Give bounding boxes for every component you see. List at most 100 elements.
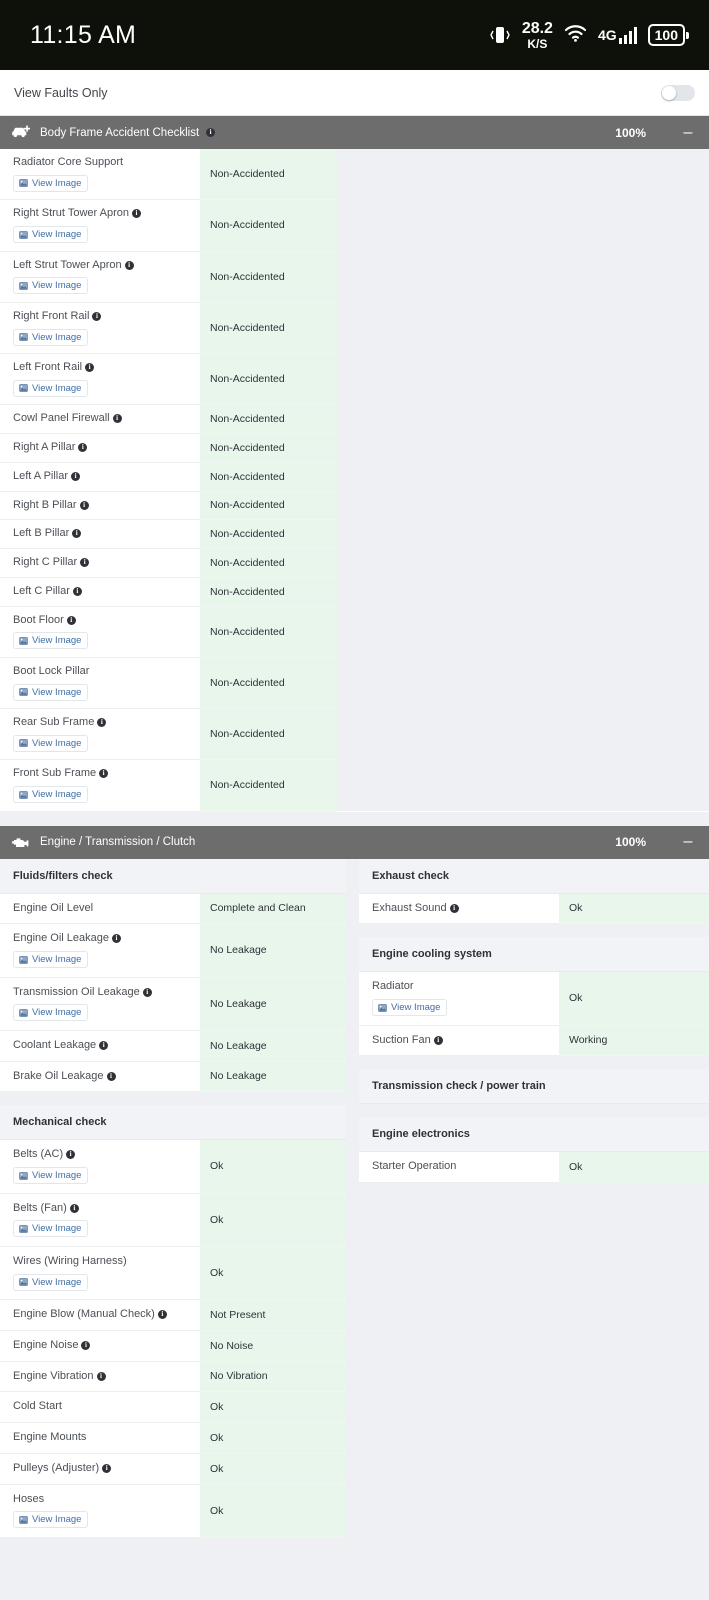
info-icon[interactable]: i (96, 1371, 106, 1381)
info-icon[interactable]: i (66, 1150, 76, 1160)
view-faults-only-toggle[interactable] (661, 84, 695, 101)
info-icon[interactable]: i (78, 443, 88, 452)
view-image-button[interactable]: View Image (13, 1273, 89, 1291)
check-item-cell: Right Front Rail i View Image (0, 302, 200, 355)
view-image-button[interactable]: View Image (13, 786, 89, 803)
info-icon[interactable]: i (81, 1340, 91, 1350)
info-icon[interactable]: i (69, 1203, 79, 1213)
view-image-button[interactable]: View Image (13, 683, 89, 701)
check-item-name: Left Strut Tower Apron i (13, 259, 190, 273)
info-icon[interactable]: i (85, 363, 95, 372)
info-icon[interactable]: i (72, 586, 82, 596)
info-icon[interactable]: i (206, 128, 216, 137)
check-item-value: Non-Accidented (200, 577, 337, 607)
info-icon[interactable]: i (124, 260, 134, 270)
view-image-button[interactable]: View Image (13, 174, 89, 192)
info-icon[interactable]: i (72, 529, 82, 539)
view-image-button[interactable]: View Image (13, 632, 89, 650)
check-item-value: No Noise (200, 1330, 346, 1362)
engine-two-column: Fluids/filters check Engine Oil Level Comp… (0, 858, 709, 1538)
engine-column-right: Exhaust check Exhaust Sound i Ok Engine cool… (346, 858, 709, 1184)
view-image-button[interactable]: View Image (13, 226, 89, 243)
image-icon (19, 636, 28, 645)
info-icon[interactable]: i (97, 718, 107, 727)
group-table: Belts (AC) i View Image Ok Belts (Fan) i View … (0, 1140, 346, 1538)
check-item-cell: Hoses View Image (0, 1484, 200, 1538)
table-row: Rear Sub Frame i View Image Non-Accidented (0, 708, 709, 761)
info-icon[interactable]: i (112, 414, 122, 424)
view-image-label: View Image (32, 1223, 82, 1235)
info-icon[interactable]: i (99, 1040, 109, 1050)
group-table: Starter Operation Ok (359, 1152, 709, 1184)
data-speed-indicator: 28.2 K/S (522, 20, 553, 50)
info-icon[interactable]: i (71, 471, 81, 481)
info-icon[interactable]: i (106, 1071, 116, 1081)
check-item-value: Ok (200, 1391, 346, 1423)
check-item-cell: Starter Operation (359, 1152, 559, 1184)
info-icon[interactable]: i (92, 311, 102, 321)
status-bar-clock: 11:15 AM (30, 20, 137, 49)
group-spacer (0, 1092, 346, 1106)
check-item-name: Right Front Rail i (13, 310, 190, 324)
check-item-cell: Left B Pillar i (0, 519, 200, 549)
check-item-name: Belts (AC) i (13, 1148, 190, 1162)
table-row: Coolant Leakage i No Leakage (0, 1030, 346, 1062)
view-image-button[interactable]: View Image (13, 1167, 89, 1184)
check-item-name: Right A Pillar i (13, 441, 190, 455)
info-icon[interactable]: i (80, 558, 90, 567)
view-image-button[interactable]: View Image (13, 1004, 89, 1022)
group-heading: Mechanical check (0, 1105, 346, 1141)
group-spacer (346, 1104, 709, 1118)
info-icon[interactable]: i (142, 987, 152, 997)
info-icon[interactable]: i (449, 903, 459, 913)
view-image-button[interactable]: View Image (13, 734, 89, 752)
check-item-value: Non-Accidented (200, 302, 337, 355)
view-image-button[interactable]: View Image (13, 328, 89, 346)
section-header-body-frame-accident-checklist[interactable]: Body Frame Accident Checklist i 100% – (0, 116, 709, 149)
check-item-cell: Left Strut Tower Apron i View Image (0, 251, 200, 303)
image-icon (378, 1003, 387, 1012)
view-image-button[interactable]: View Image (372, 999, 448, 1016)
section-header-engine-transmission-clutch[interactable]: Engine / Transmission / Clutch 100% – (0, 825, 709, 859)
check-item-cell: Cold Start (0, 1391, 200, 1423)
image-icon (19, 230, 28, 239)
check-item-value: Non-Accidented (200, 606, 337, 658)
view-image-button[interactable]: View Image (13, 277, 89, 295)
info-icon[interactable]: i (102, 1463, 112, 1473)
group-table: Exhaust Sound i Ok (359, 893, 709, 925)
battery-icon: 100 (647, 24, 689, 46)
table-row: Front Sub Frame i View Image Non-Accidented (0, 759, 709, 812)
check-item-name: Engine Oil Leakage i (13, 932, 190, 946)
table-row: Engine Vibration i No Vibration (0, 1361, 346, 1393)
check-item-name: Cowl Panel Firewall i (13, 412, 190, 426)
view-image-button[interactable]: View Image (13, 1220, 89, 1238)
table-row: Left Front Rail i View Image Non-Accidented (0, 353, 709, 406)
info-icon[interactable]: i (66, 615, 76, 625)
view-image-button[interactable]: View Image (13, 379, 89, 397)
check-item-name: Wires (Wiring Harness) (13, 1254, 127, 1267)
check-item-value: Non-Accidented (200, 251, 337, 303)
info-icon[interactable]: i (99, 769, 109, 779)
view-image-button[interactable]: View Image (13, 951, 89, 968)
check-item-cell: Cowl Panel Firewall i (0, 404, 200, 434)
info-icon[interactable]: i (433, 1035, 443, 1045)
group-heading: Engine electronics (359, 1117, 709, 1153)
row-filler (337, 404, 709, 434)
info-icon[interactable]: i (79, 500, 89, 510)
check-item-name: Left Front Rail i (13, 361, 190, 375)
view-image-label: View Image (32, 382, 82, 394)
check-item-cell: Boot Lock Pillar View Image (0, 657, 200, 710)
info-icon[interactable]: i (131, 209, 141, 219)
info-icon[interactable]: i (157, 1310, 167, 1319)
row-filler (337, 302, 709, 354)
table-row: Boot Floor i View Image Non-Accidented (0, 606, 709, 658)
view-image-label: View Image (32, 1170, 82, 1181)
table-row: Left B Pillar i Non-Accidented (0, 519, 709, 549)
check-item-value: No Leakage (200, 1030, 346, 1062)
image-icon (19, 688, 28, 696)
section-spacer (0, 811, 709, 826)
check-item-cell: Left A Pillar i (0, 462, 200, 492)
info-icon[interactable]: i (112, 934, 122, 944)
check-item-value: No Vibration (200, 1361, 346, 1393)
view-image-button[interactable]: View Image (13, 1511, 89, 1529)
